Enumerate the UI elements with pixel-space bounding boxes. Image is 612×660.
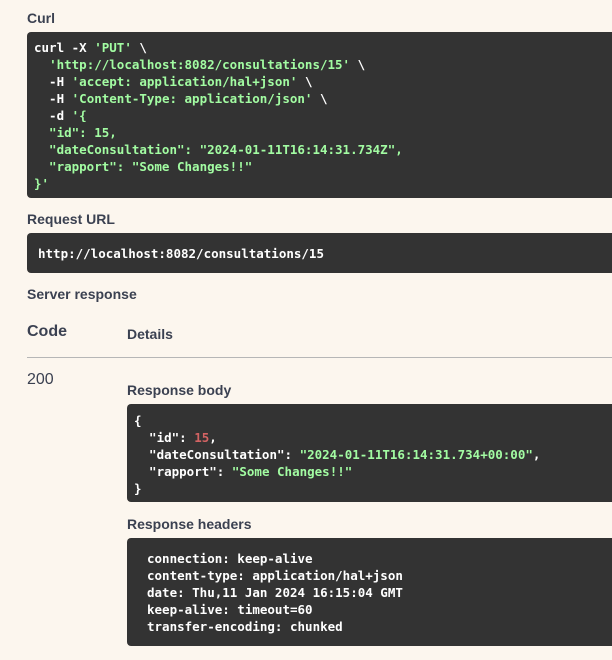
curl-line-4: -H 'Content-Type: application/json' \ — [34, 90, 612, 107]
curl-flag: -H — [34, 74, 72, 89]
json-value-id: 15 — [194, 430, 210, 445]
curl-continuation: \ — [312, 91, 328, 106]
request-url-block[interactable]: http://localhost:8082/consultations/15 — [27, 233, 612, 273]
response-headers-title: Response headers — [127, 516, 252, 532]
json-key-rapport: "rapport" — [134, 464, 217, 479]
curl-command: curl -X — [34, 40, 95, 55]
json-key-id: "id" — [134, 430, 180, 445]
curl-code-block[interactable]: curl -X 'PUT' \ 'http://localhost:8082/c… — [27, 32, 612, 198]
curl-line-2: 'http://localhost:8082/consultations/15'… — [34, 56, 612, 73]
response-body-block[interactable]: { "id": 15, "dateConsultation": "2024-01… — [127, 404, 612, 502]
json-comma: , — [209, 430, 217, 445]
curl-url: 'http://localhost:8082/consultations/15' — [49, 57, 351, 72]
curl-flag: -H — [34, 91, 72, 106]
json-key-date: "dateConsultation" — [134, 447, 285, 462]
header-line: connection: keep-alive — [147, 551, 313, 566]
json-value-date: "2024-01-11T16:14:31.734+00:00" — [299, 447, 533, 462]
curl-continuation: \ — [350, 57, 366, 72]
header-line: date: Thu,11 Jan 2024 16:15:04 GMT — [147, 585, 403, 600]
curl-section-title: Curl — [27, 10, 55, 26]
curl-line-1: curl -X 'PUT' \ — [34, 39, 612, 56]
json-value-rapport: "Some Changes!!" — [231, 464, 353, 479]
details-column-header: Details — [127, 326, 173, 342]
body-line-id: "id": 15, — [134, 429, 612, 446]
body-line-rapport: "rapport": "Some Changes!!" — [134, 463, 612, 480]
curl-line-7: "dateConsultation": "2024-01-11T16:14:31… — [34, 142, 403, 157]
status-code: 200 — [27, 371, 54, 388]
curl-content-type-header: 'Content-Type: application/json' — [71, 91, 313, 106]
curl-continuation: \ — [297, 74, 313, 89]
curl-accept-header: 'accept: application/hal+json' — [71, 74, 298, 89]
code-column-header: Code — [27, 323, 67, 340]
curl-continuation: \ — [131, 40, 147, 55]
curl-line-5: -d '{ — [34, 107, 612, 124]
header-line: transfer-encoding: chunked — [147, 619, 343, 634]
curl-method: 'PUT' — [94, 40, 132, 55]
curl-line-8: "rapport": "Some Changes!!" — [34, 159, 253, 174]
curl-flag: -d — [34, 108, 72, 123]
json-separator: : — [216, 464, 232, 479]
request-url-title: Request URL — [27, 211, 115, 227]
body-open-brace: { — [134, 413, 142, 428]
json-comma: , — [532, 447, 541, 462]
table-divider — [27, 357, 612, 358]
server-response-title: Server response — [27, 286, 137, 302]
json-separator: : — [284, 447, 300, 462]
curl-line-6: "id": 15, — [34, 125, 117, 140]
header-line: content-type: application/hal+json — [147, 568, 403, 583]
json-separator: : — [179, 430, 195, 445]
body-close-brace: } — [134, 481, 142, 496]
curl-line-9: }' — [34, 176, 50, 191]
response-body-title: Response body — [127, 382, 232, 398]
header-line: keep-alive: timeout=60 — [147, 602, 313, 617]
body-line-date: "dateConsultation": "2024-01-11T16:14:31… — [134, 446, 612, 463]
curl-line-3: -H 'accept: application/hal+json' \ — [34, 73, 612, 90]
response-headers-block[interactable]: connection: keep-alive content-type: appl… — [127, 538, 612, 646]
curl-data-open: '{ — [71, 108, 87, 123]
